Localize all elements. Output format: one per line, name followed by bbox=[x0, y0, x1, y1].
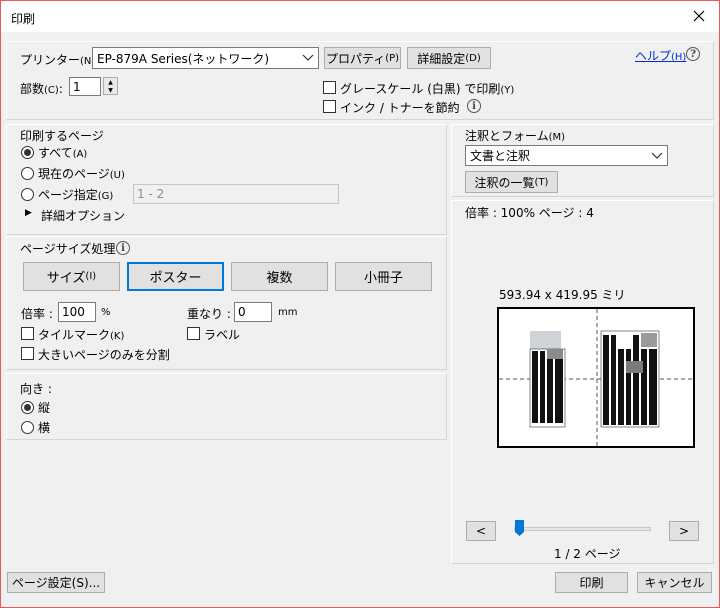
printer-select[interactable]: EP-879A Series(ネットワーク) bbox=[92, 47, 319, 69]
scale-input[interactable]: 100 bbox=[58, 302, 96, 322]
orientation-panel: 向き : 縦 横 bbox=[6, 373, 447, 440]
properties-button[interactable]: プロパティ (P) bbox=[324, 47, 401, 69]
comments-panel: 注釈とフォーム(M) 文書と注釈 注釈の一覧 (T) bbox=[451, 124, 714, 197]
radio-page-range[interactable] bbox=[21, 188, 34, 201]
stepper-down-icon[interactable]: ▼ bbox=[104, 86, 117, 94]
close-icon bbox=[693, 10, 705, 22]
stepper-up-icon[interactable]: ▲ bbox=[104, 78, 117, 86]
preview-panel: 倍率 : 100% ページ : 4 593.94 x 419.95 ミリ < >… bbox=[451, 200, 714, 564]
print-button[interactable]: 印刷 bbox=[555, 572, 628, 593]
preview-scale-text: 倍率 : 100% ページ : 4 bbox=[465, 206, 594, 220]
size-button[interactable]: サイズ (I) bbox=[23, 262, 120, 291]
overlap-input[interactable]: 0 bbox=[234, 302, 272, 322]
print-dialog: 印刷 プリンター(N) : EP-879A Series(ネットワーク) プロパ… bbox=[0, 0, 720, 608]
window-title: 印刷 bbox=[11, 12, 36, 26]
tile-marks-label: タイルマーク(K) bbox=[38, 328, 125, 342]
radio-landscape[interactable] bbox=[21, 421, 34, 434]
page-slider-thumb[interactable] bbox=[515, 520, 525, 537]
preview-thumbnail bbox=[499, 309, 693, 446]
chevron-right-icon: > bbox=[678, 524, 690, 538]
comments-select-value: 文書と注釈 bbox=[470, 149, 531, 163]
help-question-icon[interactable]: ? bbox=[686, 47, 700, 61]
help-link[interactable]: ヘルプ(H) bbox=[635, 47, 686, 64]
landscape-label: 横 bbox=[38, 421, 51, 435]
chevron-left-icon: < bbox=[475, 524, 487, 538]
preview-page bbox=[497, 307, 695, 448]
info-icon[interactable]: i bbox=[467, 99, 481, 113]
page-indicator: 1 / 2 ページ bbox=[554, 547, 621, 561]
orientation-title: 向き : bbox=[20, 382, 52, 396]
tile-marks-checkbox[interactable] bbox=[21, 327, 34, 340]
radio-current-page[interactable] bbox=[21, 167, 34, 180]
overlap-label: 重なり : bbox=[187, 307, 231, 321]
copies-input[interactable]: 1 bbox=[69, 77, 101, 96]
copies-label: 部数(C): bbox=[20, 82, 63, 96]
labels-label: ラベル bbox=[204, 328, 241, 342]
pages-panel: 印刷するページ すべて(A) 現在のページ(U) ページ指定(G) 1 - 2 … bbox=[6, 124, 447, 235]
page-range-label: ページ指定(G) bbox=[38, 188, 114, 202]
printer-label: プリンター(N) : bbox=[20, 53, 103, 67]
advanced-button[interactable]: 詳細設定 (D) bbox=[407, 47, 491, 69]
preview-dimensions: 593.94 x 419.95 ミリ bbox=[499, 288, 626, 302]
labels-checkbox[interactable] bbox=[187, 327, 200, 340]
scale-unit: % bbox=[101, 307, 111, 318]
page-range-input[interactable]: 1 - 2 bbox=[133, 184, 339, 204]
title-bar: 印刷 bbox=[1, 1, 719, 32]
split-large-label: 大きいページのみを分割 bbox=[38, 348, 170, 362]
radio-all-pages[interactable] bbox=[21, 146, 34, 159]
comments-summary-button[interactable]: 注釈の一覧 (T) bbox=[465, 171, 558, 193]
all-pages-label: すべて(A) bbox=[38, 146, 88, 160]
grayscale-checkbox[interactable] bbox=[323, 81, 336, 94]
save-ink-label: インク / トナーを節約 bbox=[340, 101, 460, 115]
chevron-down-icon bbox=[651, 152, 663, 159]
save-ink-checkbox[interactable] bbox=[323, 100, 336, 113]
info-icon[interactable]: i bbox=[116, 241, 130, 255]
next-page-button[interactable]: > bbox=[669, 521, 699, 541]
copies-stepper[interactable]: ▲ ▼ bbox=[103, 77, 118, 95]
current-page-label: 現在のページ(U) bbox=[38, 167, 125, 181]
multiple-button[interactable]: 複数 bbox=[231, 262, 328, 291]
split-large-checkbox[interactable] bbox=[21, 347, 34, 360]
booklet-button[interactable]: 小冊子 bbox=[335, 262, 432, 291]
size-title: ページサイズ処理 bbox=[20, 242, 116, 256]
printer-select-value: EP-879A Series(ネットワーク) bbox=[97, 51, 270, 66]
grayscale-label: グレースケール (白黒) で印刷(Y) bbox=[340, 82, 515, 96]
comments-select[interactable]: 文書と注釈 bbox=[465, 145, 668, 166]
pages-title: 印刷するページ bbox=[20, 129, 104, 143]
portrait-label: 縦 bbox=[38, 401, 51, 415]
printer-panel: プリンター(N) : EP-879A Series(ネットワーク) プロパティ(… bbox=[6, 41, 714, 120]
close-button[interactable] bbox=[687, 4, 711, 28]
size-panel: ページサイズ処理 i サイズ (I) ポスター 複数 小冊子 倍率 : 100 %… bbox=[6, 236, 447, 370]
scale-label: 倍率 : bbox=[21, 307, 53, 321]
radio-portrait[interactable] bbox=[21, 401, 34, 414]
more-options-toggle[interactable]: 詳細オプション bbox=[41, 207, 125, 224]
chevron-down-icon bbox=[302, 54, 314, 61]
cancel-button[interactable]: キャンセル bbox=[637, 572, 712, 593]
page-slider-track[interactable] bbox=[514, 527, 651, 531]
prev-page-button[interactable]: < bbox=[466, 521, 496, 541]
page-setup-button[interactable]: ページ設定(S)... bbox=[7, 572, 105, 593]
expand-triangle-icon[interactable]: ▶ bbox=[25, 208, 32, 218]
comments-title: 注釈とフォーム(M) bbox=[465, 129, 566, 143]
poster-button[interactable]: ポスター bbox=[127, 262, 224, 291]
overlap-unit: mm bbox=[278, 307, 298, 318]
